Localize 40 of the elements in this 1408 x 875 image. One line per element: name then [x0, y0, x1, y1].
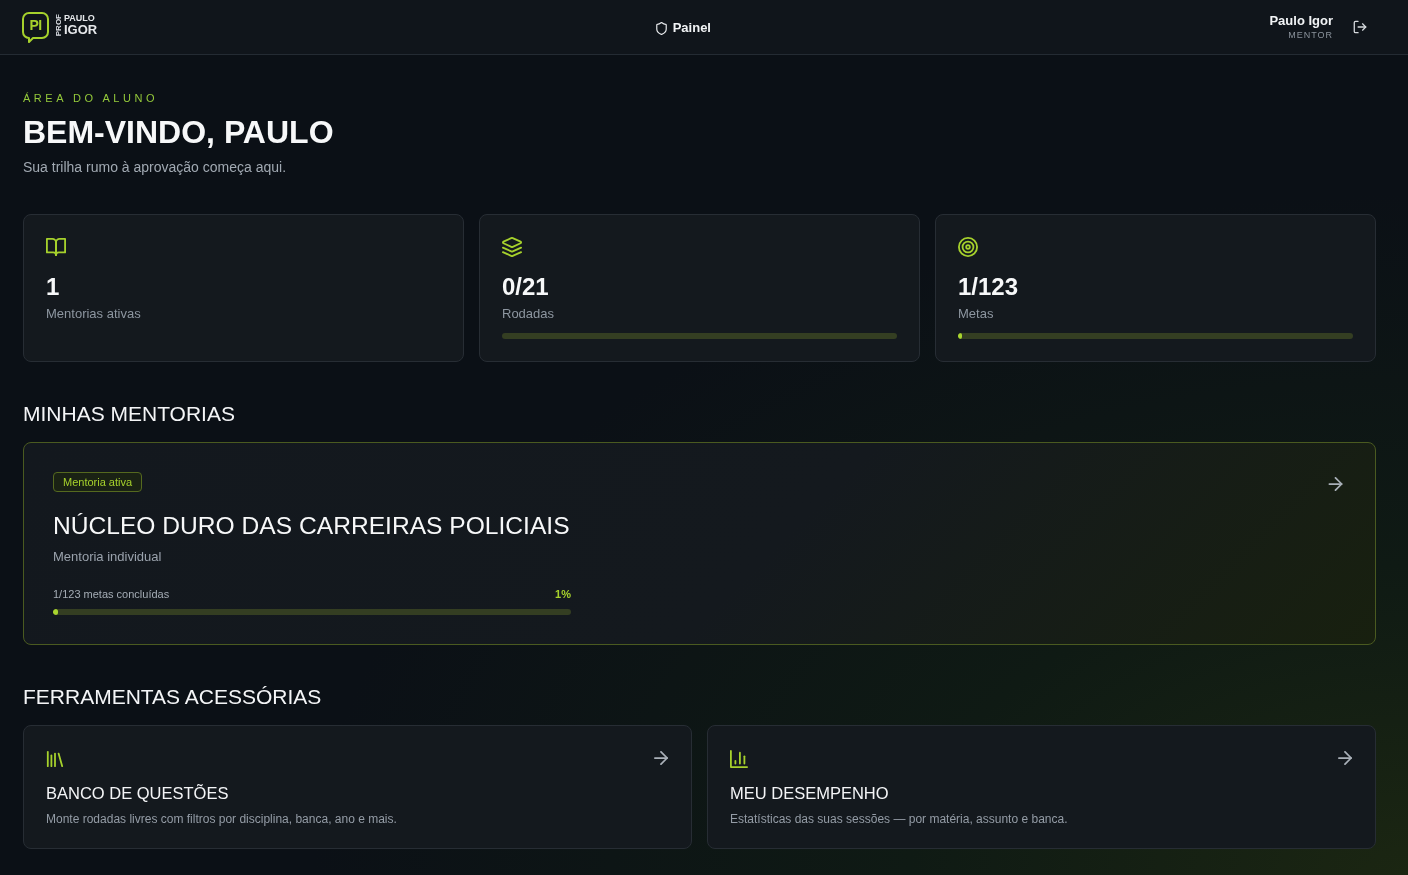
layers-icon — [502, 237, 522, 257]
tool-card[interactable]: MEU DESEMPENHO Estatísticas das suas sessões — por matéria, assunto e banca. — [707, 725, 1376, 849]
progress-percent: 1% — [555, 587, 571, 602]
mentorship-card[interactable]: Mentoria ativa NÚCLEO DURO DAS CARREIRAS POLICIAIS Mentoria individual 1/123 metas concluídas 1% — [23, 442, 1376, 645]
stat-value: 0/21 — [502, 272, 549, 302]
mentorship-type: Mentoria individual — [53, 548, 162, 566]
tool-description: Monte rodadas livres com filtros por disciplina, banca, ano e mais. — [46, 811, 397, 827]
user-name: Paulo Igor — [1269, 13, 1333, 29]
shield-icon — [655, 21, 667, 35]
section-title: MINHAS MENTORIAS — [23, 401, 235, 427]
stat-label: Rodadas — [502, 305, 555, 323]
stat-value: 1 — [46, 272, 60, 302]
logo-mark[interactable]: PI — [22, 11, 49, 43]
section-title: FERRAMENTAS ACESSÓRIAS — [23, 684, 322, 710]
arrow-right-icon — [1338, 751, 1352, 765]
page-subtitle: Sua trilha rumo à aprovação começa aqui. — [23, 158, 287, 177]
stat-value: 1/123 — [958, 272, 1019, 302]
tool-title: BANCO DE QUESTÕES — [46, 783, 229, 804]
nav-link[interactable]: Painel — [655, 16, 711, 38]
stat-label: Mentorias ativas — [46, 305, 141, 323]
arrow-right-icon — [654, 751, 668, 765]
user-role: MENTOR — [1288, 29, 1333, 41]
status-badge: Mentoria ativa — [53, 472, 143, 492]
logout-icon — [1353, 20, 1367, 34]
logo-last-name: IGOR — [64, 23, 98, 37]
arrow-right-icon — [1328, 477, 1343, 491]
stat-label: Metas — [958, 305, 994, 323]
logo-prefix: PROF — [55, 14, 63, 37]
tool-title: MEU DESEMPENHO — [730, 783, 889, 804]
target-icon — [958, 237, 978, 257]
logo-first-name: PAULO — [64, 14, 96, 24]
mentorship-title: NÚCLEO DURO DAS CARREIRAS POLICIAIS — [53, 511, 570, 541]
tool-description: Estatísticas das suas sessões — por matéria, assunto e banca. — [730, 811, 1068, 827]
section-eyebrow: ÁREA DO ALUNO — [23, 91, 158, 106]
books-icon — [46, 750, 64, 768]
page-title: BEM-VINDO, PAULO — [23, 114, 334, 150]
bar-chart-icon — [730, 750, 748, 768]
book-icon — [46, 237, 66, 257]
tool-card[interactable]: BANCO DE QUESTÕES Monte rodadas livres com filtros por disciplina, banca, ano e mais. — [23, 725, 692, 849]
progress-label: 1/123 metas concluídas — [53, 587, 170, 602]
